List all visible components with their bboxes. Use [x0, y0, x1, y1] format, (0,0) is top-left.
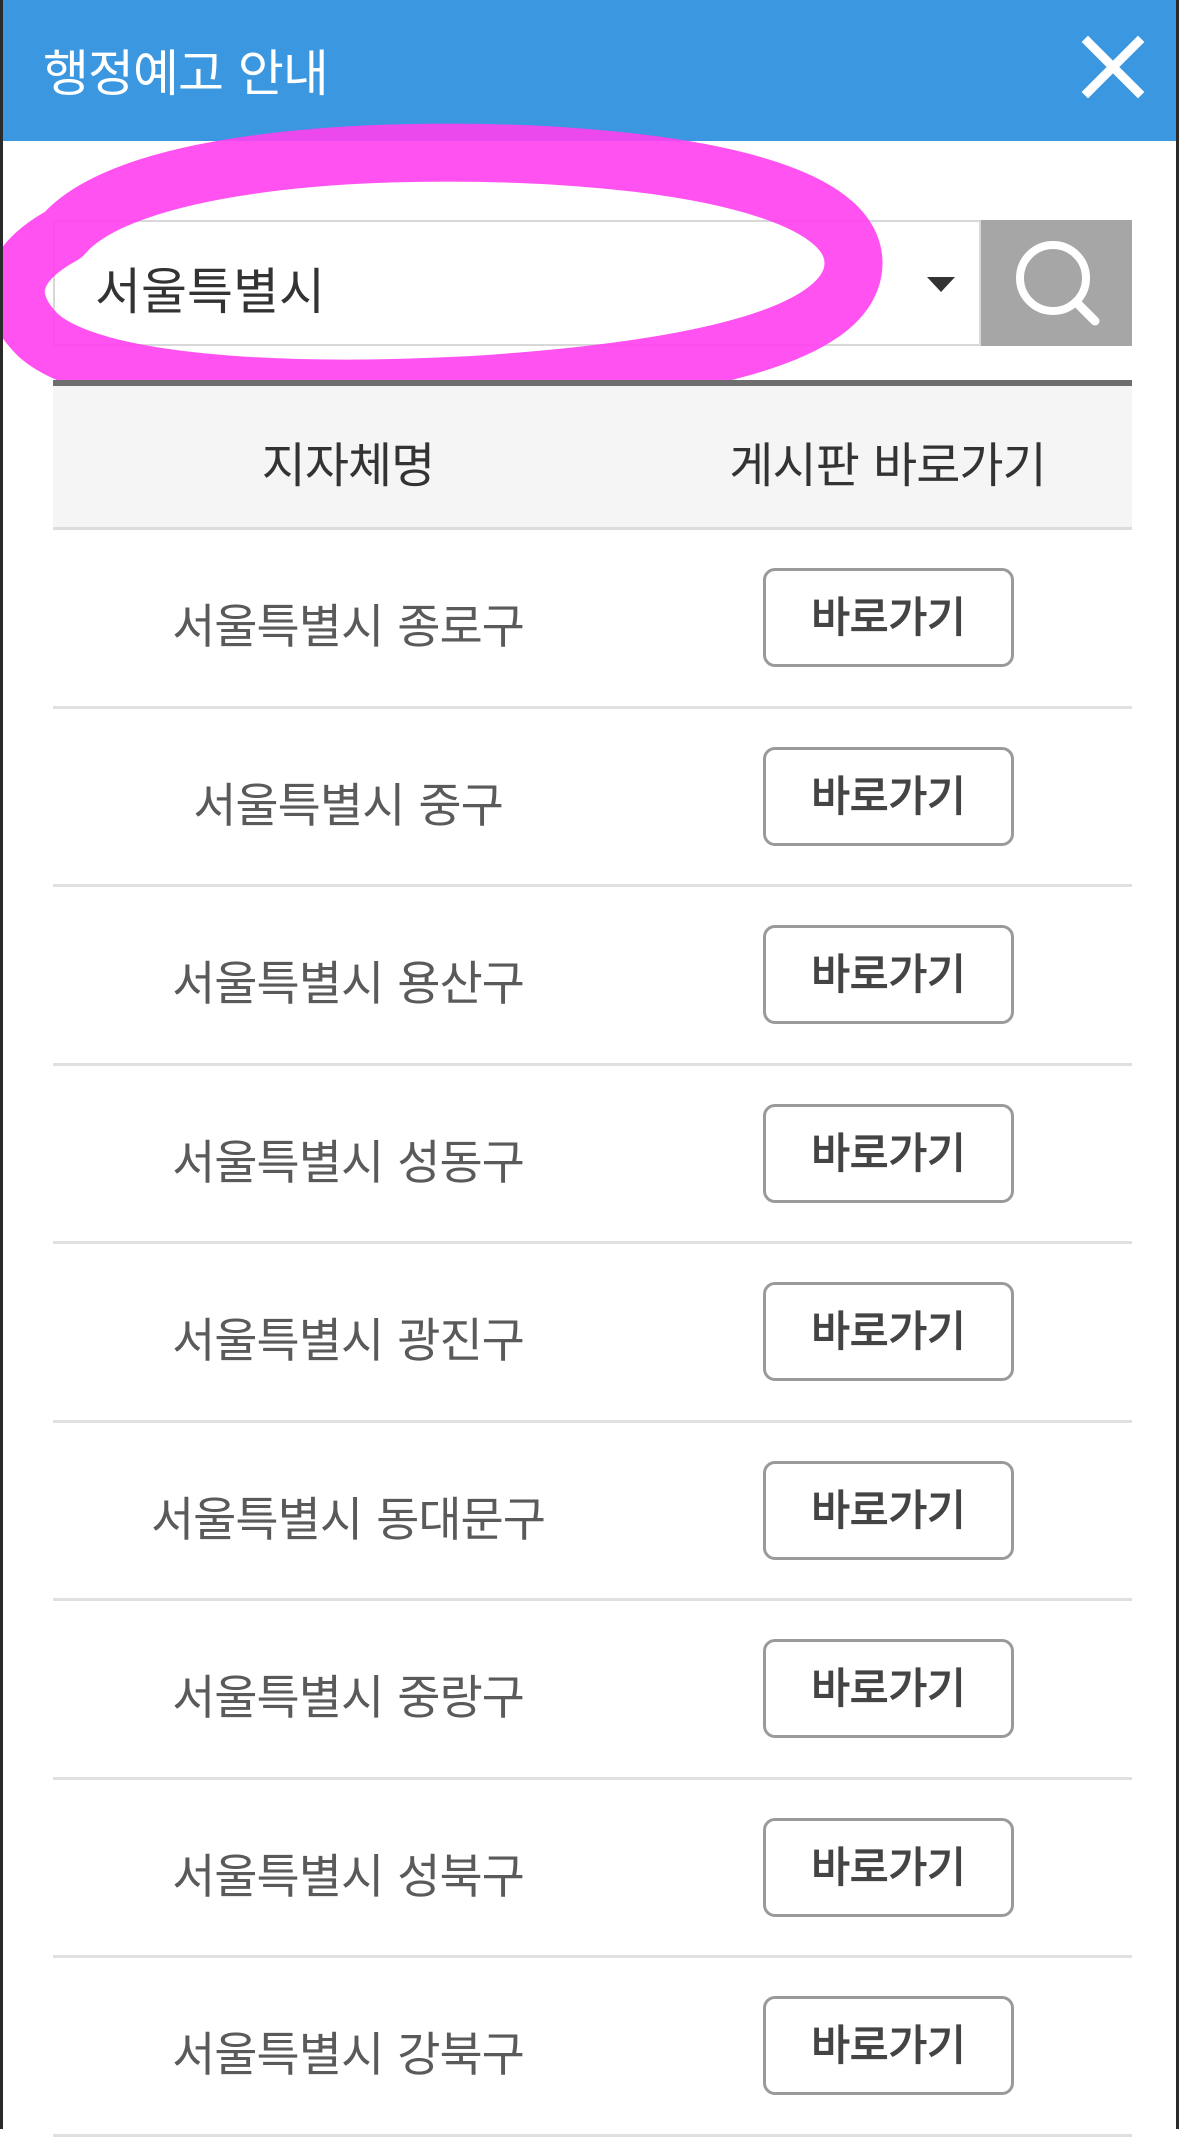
close-button[interactable]: [1078, 32, 1148, 102]
caret-down-icon: [927, 277, 955, 292]
search-icon: [1016, 241, 1100, 326]
popup-window: 행정예고 안내 서울특별시 지자체명 게시판 바로가기 서울특별시 종로구 바로…: [0, 0, 1179, 2137]
go-button[interactable]: 바로가기: [763, 1460, 1014, 1560]
table-row: 서울특별시 중랑구 바로가기: [53, 1601, 1132, 1780]
popup-title: 행정예고 안내: [43, 45, 329, 103]
close-icon: [1081, 35, 1145, 99]
search-button[interactable]: [981, 220, 1132, 346]
table-row: 서울특별시 중구 바로가기: [53, 709, 1132, 887]
region-select-value: 서울특별시: [95, 263, 325, 321]
table-header: 지자체명 게시판 바로가기: [53, 380, 1132, 530]
column-header-link: 게시판 바로가기: [729, 438, 1046, 494]
region-name: 서울특별시 성북구: [172, 1849, 525, 1905]
region-name: 서울특별시 성동구: [172, 1135, 525, 1191]
region-select[interactable]: 서울특별시: [53, 220, 981, 346]
go-button[interactable]: 바로가기: [763, 1817, 1014, 1917]
table-row: 서울특별시 종로구 바로가기: [53, 530, 1132, 709]
region-name: 서울특별시 중구: [193, 778, 504, 834]
region-table: 지자체명 게시판 바로가기 서울특별시 종로구 바로가기 서울특별시 중구 바로…: [53, 380, 1132, 2137]
region-name: 서울특별시 용산구: [172, 957, 525, 1012]
go-button[interactable]: 바로가기: [763, 746, 1014, 846]
go-button[interactable]: 바로가기: [763, 1282, 1014, 1381]
go-button[interactable]: 바로가기: [763, 1996, 1014, 2095]
region-name: 서울특별시 중랑구: [172, 1671, 525, 1726]
table-row: 서울특별시 강북구 바로가기: [53, 1958, 1132, 2137]
popup-header: 행정예고 안내: [3, 0, 1176, 141]
region-name: 서울특별시 광진구: [172, 1314, 525, 1369]
region-name: 서울특별시 종로구: [172, 600, 525, 655]
table-row: 서울특별시 성북구 바로가기: [53, 1780, 1132, 1958]
table-row: 서울특별시 광진구 바로가기: [53, 1244, 1132, 1423]
region-name: 서울특별시 동대문구: [150, 1492, 546, 1548]
table-row: 서울특별시 용산구 바로가기: [53, 887, 1132, 1066]
go-button[interactable]: 바로가기: [763, 1639, 1014, 1738]
table-row: 서울특별시 성동구 바로가기: [53, 1066, 1132, 1244]
table-row: 서울특별시 동대문구 바로가기: [53, 1423, 1132, 1601]
go-button[interactable]: 바로가기: [763, 925, 1014, 1024]
go-button[interactable]: 바로가기: [763, 1103, 1014, 1203]
column-header-name: 지자체명: [261, 438, 436, 494]
region-name: 서울특별시 강북구: [172, 2028, 525, 2083]
go-button[interactable]: 바로가기: [763, 568, 1014, 667]
search-bar: 서울특별시: [53, 220, 1132, 346]
